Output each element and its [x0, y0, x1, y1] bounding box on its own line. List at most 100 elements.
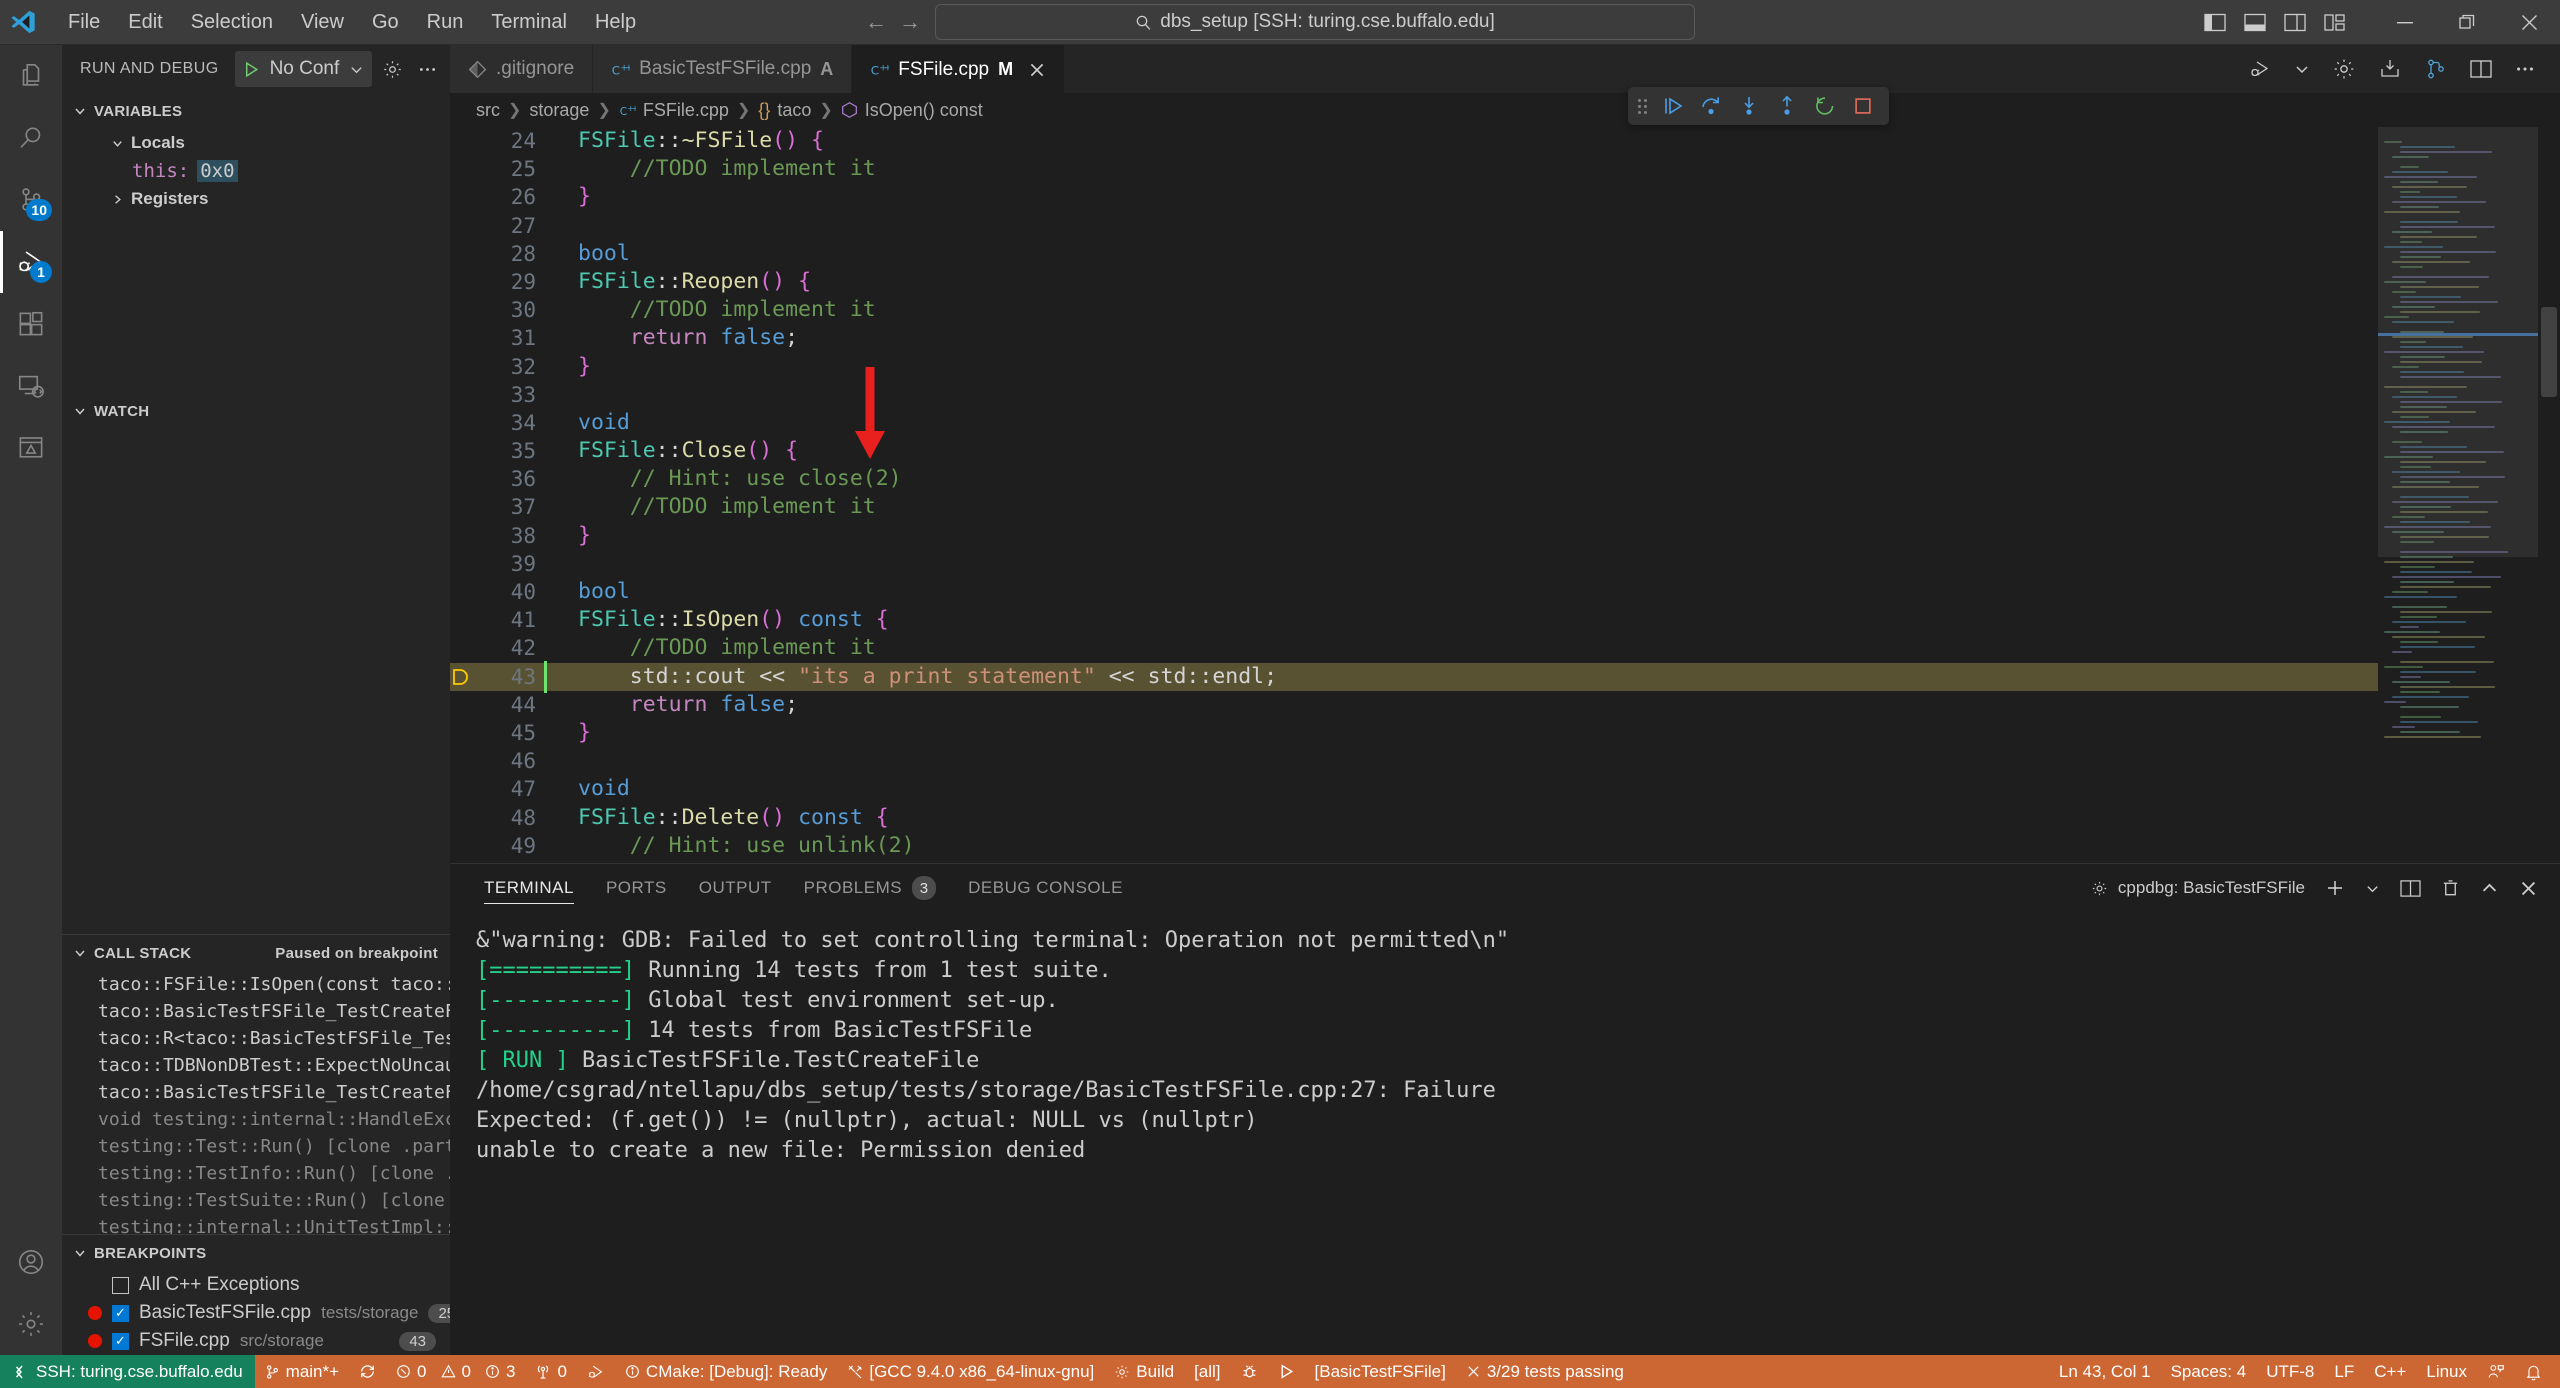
variable-this[interactable]: this: 0x0 — [62, 157, 450, 185]
arrow-left-icon[interactable]: ← — [865, 9, 887, 35]
status-debug-shortcut[interactable] — [577, 1355, 615, 1388]
status-remote-indicator[interactable]: SSH: turing.cse.buffalo.edu — [0, 1355, 255, 1388]
call-stack-frame[interactable]: taco::TDBNonDBTest::ExpectNoUncaug — [62, 1052, 450, 1079]
code-line[interactable]: 28bool — [450, 240, 2378, 268]
breakpoints-section-header[interactable]: BREAKPOINTS — [62, 1235, 450, 1271]
menu-selection[interactable]: Selection — [177, 7, 287, 38]
call-stack-frame[interactable]: testing::Test::Run() [clone .part.( — [62, 1133, 450, 1160]
minimap-slider[interactable] — [2378, 127, 2538, 557]
status-notifications[interactable] — [2515, 1355, 2560, 1388]
menu-terminal[interactable]: Terminal — [477, 7, 581, 38]
status-build-target[interactable]: [all] — [1184, 1355, 1230, 1388]
code-line[interactable]: 35FSFile::Close() { — [450, 437, 2378, 465]
watch-section-header[interactable]: WATCH — [62, 393, 450, 429]
status-debug-target[interactable]: [BasicTestFSFile] — [1305, 1355, 1456, 1388]
breakpoint-row[interactable]: ✓FSFile.cppsrc/storage43 — [62, 1327, 450, 1355]
step-over-icon[interactable] — [1695, 91, 1727, 121]
breakpoint-checkbox[interactable]: ✓ — [112, 1305, 129, 1322]
new-terminal-icon[interactable] — [2325, 878, 2345, 898]
call-stack-frame[interactable]: taco::R<taco::BasicTestFSFile_Test( — [62, 1025, 450, 1052]
activity-item-settings[interactable] — [0, 1293, 62, 1355]
breakpoint-checkbox[interactable] — [112, 1277, 129, 1294]
status-eol[interactable]: LF — [2324, 1355, 2364, 1388]
breakpoint-row[interactable]: ✓BasicTestFSFile.cpptests/storage25 — [62, 1299, 450, 1327]
code-line[interactable]: 48FSFile::Delete() const { — [450, 804, 2378, 832]
tab-basictestfsfile-cpp[interactable]: C++ BasicTestFSFile.cpp A — [593, 45, 852, 93]
status-ports[interactable]: 0 — [525, 1355, 576, 1388]
restore-button[interactable] — [2436, 0, 2498, 45]
close-panel-icon[interactable] — [2519, 879, 2538, 898]
launch-configuration-picker[interactable]: No Conf — [235, 51, 373, 87]
breadcrumb-item-isopen[interactable]: IsOpen() const — [841, 100, 983, 121]
drag-handle-icon[interactable] — [1638, 99, 1651, 114]
call-stack-frame[interactable]: testing::internal::UnitTestImpl::Ru — [62, 1214, 450, 1234]
status-debug-target-icon[interactable] — [1231, 1355, 1268, 1388]
gear-icon[interactable] — [382, 59, 403, 80]
code-line[interactable]: 24FSFile::~FSFile() { — [450, 127, 2378, 155]
ellipsis-icon[interactable] — [2514, 58, 2536, 80]
scrollbar-thumb[interactable] — [2541, 307, 2557, 397]
chevron-down-icon[interactable] — [2294, 61, 2310, 77]
activity-item-accounts[interactable] — [0, 1231, 62, 1293]
status-feedback[interactable] — [2477, 1355, 2515, 1388]
call-stack-frame[interactable]: void testing::internal::HandleExce — [62, 1106, 450, 1133]
step-into-icon[interactable] — [1733, 91, 1765, 121]
code-text-area[interactable]: 24FSFile::~FSFile() {25 //TODO implement… — [450, 127, 2378, 863]
code-line[interactable]: 45} — [450, 719, 2378, 747]
code-line[interactable]: 43 std::cout << "its a print statement" … — [450, 663, 2378, 691]
code-line[interactable]: 25 //TODO implement it — [450, 155, 2378, 183]
menu-view[interactable]: View — [287, 7, 358, 38]
chevron-down-icon[interactable] — [349, 62, 364, 77]
status-build[interactable]: Build — [1104, 1355, 1184, 1388]
status-encoding[interactable]: UTF-8 — [2256, 1355, 2324, 1388]
status-tests[interactable]: 3/29 tests passing — [1456, 1355, 1634, 1388]
breadcrumb-item-taco[interactable]: {} taco — [758, 100, 811, 121]
minimap[interactable] — [2378, 127, 2538, 863]
ellipsis-icon[interactable] — [417, 59, 438, 80]
menu-go[interactable]: Go — [358, 7, 413, 38]
restart-icon[interactable] — [1809, 91, 1841, 121]
call-stack-frame[interactable]: taco::FSFile::IsOpen(const taco::FS — [62, 971, 450, 998]
code-line[interactable]: 42 //TODO implement it — [450, 634, 2378, 662]
call-stack-frame[interactable]: taco::BasicTestFSFile_TestCreateFi — [62, 998, 450, 1025]
status-platform[interactable]: Linux — [2416, 1355, 2477, 1388]
code-line[interactable]: 26} — [450, 183, 2378, 211]
menu-help[interactable]: Help — [581, 7, 650, 38]
play-icon[interactable] — [243, 61, 260, 78]
terminal-output[interactable]: &"warning: GDB: Failed to set controllin… — [450, 912, 2560, 1355]
code-line[interactable]: 33 — [450, 381, 2378, 409]
toggle-panel-icon[interactable] — [2244, 13, 2266, 32]
tab-output[interactable]: OUTPUT — [683, 864, 788, 912]
code-line[interactable]: 32} — [450, 353, 2378, 381]
code-line[interactable]: 46 — [450, 747, 2378, 775]
status-language-mode[interactable]: C++ — [2364, 1355, 2416, 1388]
call-stack-frame[interactable]: testing::TestSuite::Run() [clone .p — [62, 1187, 450, 1214]
code-line[interactable]: 40bool — [450, 578, 2378, 606]
breakpoint-checkbox[interactable]: ✓ — [112, 1333, 129, 1350]
tab-gitignore[interactable]: .gitignore — [450, 45, 593, 93]
split-editor-icon[interactable] — [2470, 59, 2492, 79]
status-cursor-position[interactable]: Ln 43, Col 1 — [2049, 1355, 2161, 1388]
continue-icon[interactable] — [1657, 91, 1689, 121]
activity-item-search[interactable] — [0, 107, 62, 169]
editor-scrollbar[interactable] — [2538, 127, 2560, 863]
status-kit[interactable]: [GCC 9.4.0 x86_64-linux-gnu] — [837, 1355, 1104, 1388]
tab-problems[interactable]: PROBLEMS 3 — [788, 864, 952, 912]
menu-bar[interactable]: File Edit Selection View Go Run Terminal… — [54, 7, 650, 38]
code-lines[interactable]: 24FSFile::~FSFile() {25 //TODO implement… — [450, 127, 2378, 863]
code-line[interactable]: 30 //TODO implement it — [450, 296, 2378, 324]
stop-icon[interactable] — [1847, 91, 1879, 121]
menu-run[interactable]: Run — [413, 7, 478, 38]
activity-item-explorer[interactable] — [0, 45, 62, 107]
tab-terminal[interactable]: TERMINAL — [468, 864, 590, 912]
code-line[interactable]: 44 return false; — [450, 691, 2378, 719]
close-button[interactable] — [2498, 0, 2560, 45]
run-tests-icon[interactable] — [2378, 57, 2402, 81]
breakpoint-row[interactable]: All C++ Exceptions — [62, 1271, 450, 1299]
code-line[interactable]: 34void — [450, 409, 2378, 437]
activity-item-remote-explorer[interactable] — [0, 355, 62, 417]
tab-debug-console[interactable]: DEBUG CONSOLE — [952, 864, 1139, 912]
variables-group-locals[interactable]: Locals — [62, 129, 450, 157]
code-line[interactable]: 50 //TODO implement it — [450, 860, 2378, 863]
command-center-input[interactable]: dbs_setup [SSH: turing.cse.buffalo.edu] — [935, 4, 1695, 40]
